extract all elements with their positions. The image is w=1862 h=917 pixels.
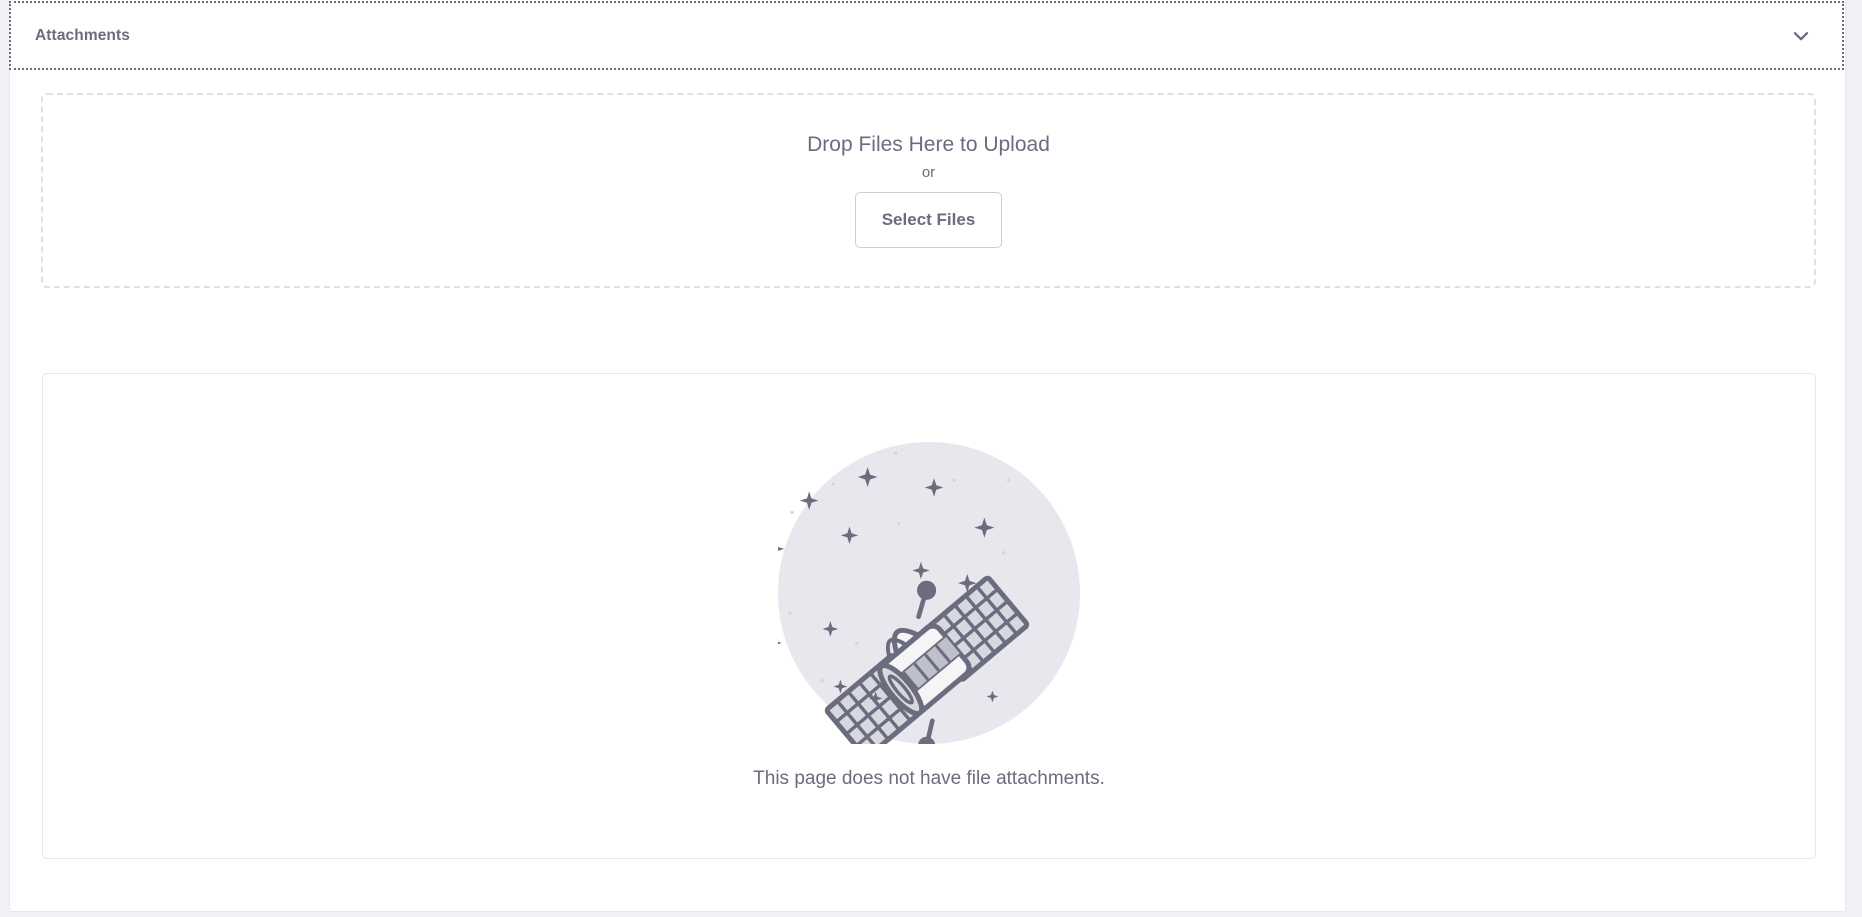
- chevron-down-icon: [1793, 31, 1809, 40]
- attachments-panel-body: Drop Files Here to Upload or Select File…: [10, 68, 1845, 911]
- satellite-in-space-icon: [778, 442, 1080, 744]
- attachments-panel: Attachments Drop Files Here to Upload or…: [9, 0, 1846, 912]
- panel-title: Attachments: [35, 26, 130, 44]
- file-dropzone[interactable]: Drop Files Here to Upload or Select File…: [41, 93, 1816, 288]
- dropzone-title: Drop Files Here to Upload: [807, 133, 1050, 157]
- empty-state-message: This page does not have file attachments…: [753, 768, 1105, 789]
- dropzone-separator-label: or: [921, 163, 936, 181]
- collapse-toggle-button[interactable]: [1784, 19, 1818, 53]
- attachments-empty-state-card: This page does not have file attachments…: [42, 373, 1816, 859]
- attachments-panel-header[interactable]: Attachments: [9, 1, 1844, 70]
- select-files-button[interactable]: Select Files: [854, 191, 1003, 248]
